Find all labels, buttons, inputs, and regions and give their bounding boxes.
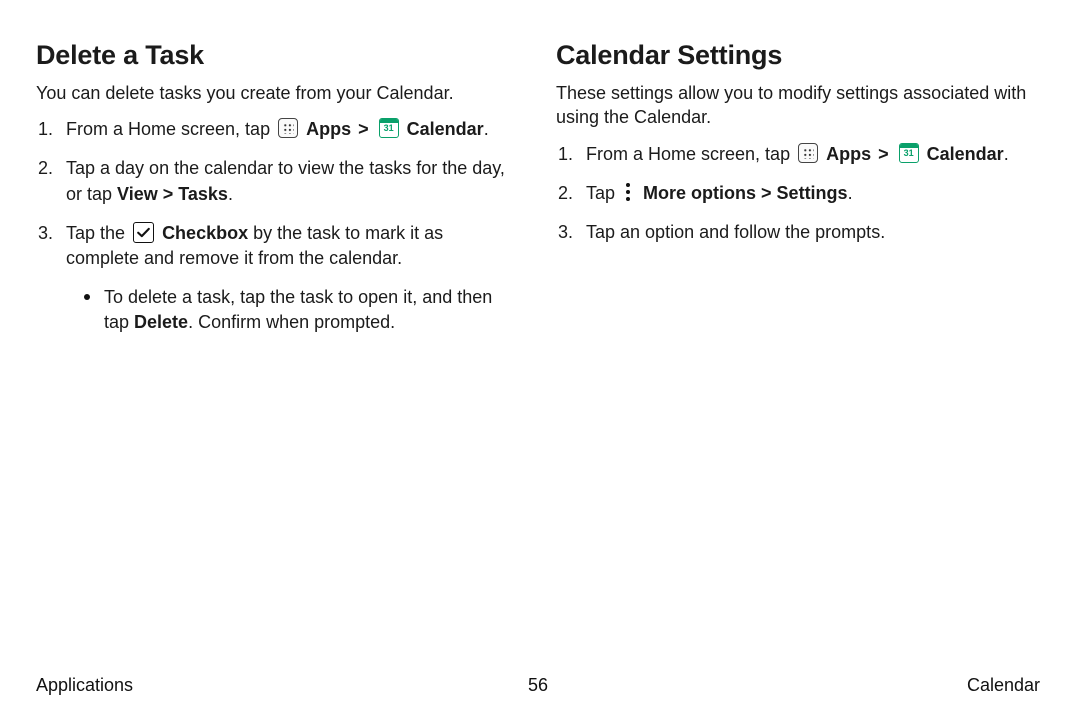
chevron-right-icon: > [876, 144, 891, 164]
checkbox-label: Checkbox [162, 223, 248, 243]
steps-delete-task: From a Home screen, tap Apps > Calendar.… [36, 117, 520, 335]
step-1-period: . [484, 119, 489, 139]
footer-page-number: 56 [36, 675, 1040, 696]
step-1-text-pre: From a Home screen, tap [586, 144, 795, 164]
checkbox-icon [133, 222, 154, 243]
step-1-period: . [1004, 144, 1009, 164]
apps-icon [798, 143, 818, 163]
substeps: To delete a task, tap the task to open i… [66, 285, 520, 335]
page-footer: Applications 56 Calendar [36, 675, 1040, 696]
calendar-label: Calendar [407, 119, 484, 139]
calendar-icon [379, 118, 399, 138]
column-calendar-settings: Calendar Settings These settings allow y… [556, 40, 1040, 350]
step-2-text-a: Tap [586, 183, 620, 203]
substep-text-b: Delete [134, 312, 188, 332]
step-3: Tap an option and follow the prompts. [556, 220, 1040, 245]
step-2-text-b: More options > Settings [643, 183, 848, 203]
step-2: Tap More options > Settings. [556, 181, 1040, 206]
substep-delete: To delete a task, tap the task to open i… [84, 285, 520, 335]
apps-icon [278, 118, 298, 138]
chevron-right-icon: > [356, 119, 371, 139]
apps-label: Apps [826, 144, 871, 164]
step-3-text-a: Tap the [66, 223, 130, 243]
step-1-text-pre: From a Home screen, tap [66, 119, 275, 139]
step-2: Tap a day on the calendar to view the ta… [36, 156, 520, 206]
calendar-icon [899, 143, 919, 163]
more-options-icon [623, 182, 635, 202]
intro-calendar-settings: These settings allow you to modify setti… [556, 81, 1040, 130]
calendar-label: Calendar [927, 144, 1004, 164]
step-1: From a Home screen, tap Apps > Calendar. [556, 142, 1040, 167]
substep-text-c: . Confirm when prompted. [188, 312, 395, 332]
apps-label: Apps [306, 119, 351, 139]
heading-delete-task: Delete a Task [36, 40, 520, 71]
step-3-text: Tap an option and follow the prompts. [586, 222, 885, 242]
column-delete-task: Delete a Task You can delete tasks you c… [36, 40, 520, 350]
step-3: Tap the Checkbox by the task to mark it … [36, 221, 520, 336]
step-2-period: . [228, 184, 233, 204]
steps-calendar-settings: From a Home screen, tap Apps > Calendar.… [556, 142, 1040, 246]
heading-calendar-settings: Calendar Settings [556, 40, 1040, 71]
page-content: Delete a Task You can delete tasks you c… [0, 0, 1080, 350]
step-2-period: . [848, 183, 853, 203]
intro-delete-task: You can delete tasks you create from you… [36, 81, 520, 105]
step-1: From a Home screen, tap Apps > Calendar. [36, 117, 520, 142]
step-2-text-b: View > Tasks [117, 184, 228, 204]
